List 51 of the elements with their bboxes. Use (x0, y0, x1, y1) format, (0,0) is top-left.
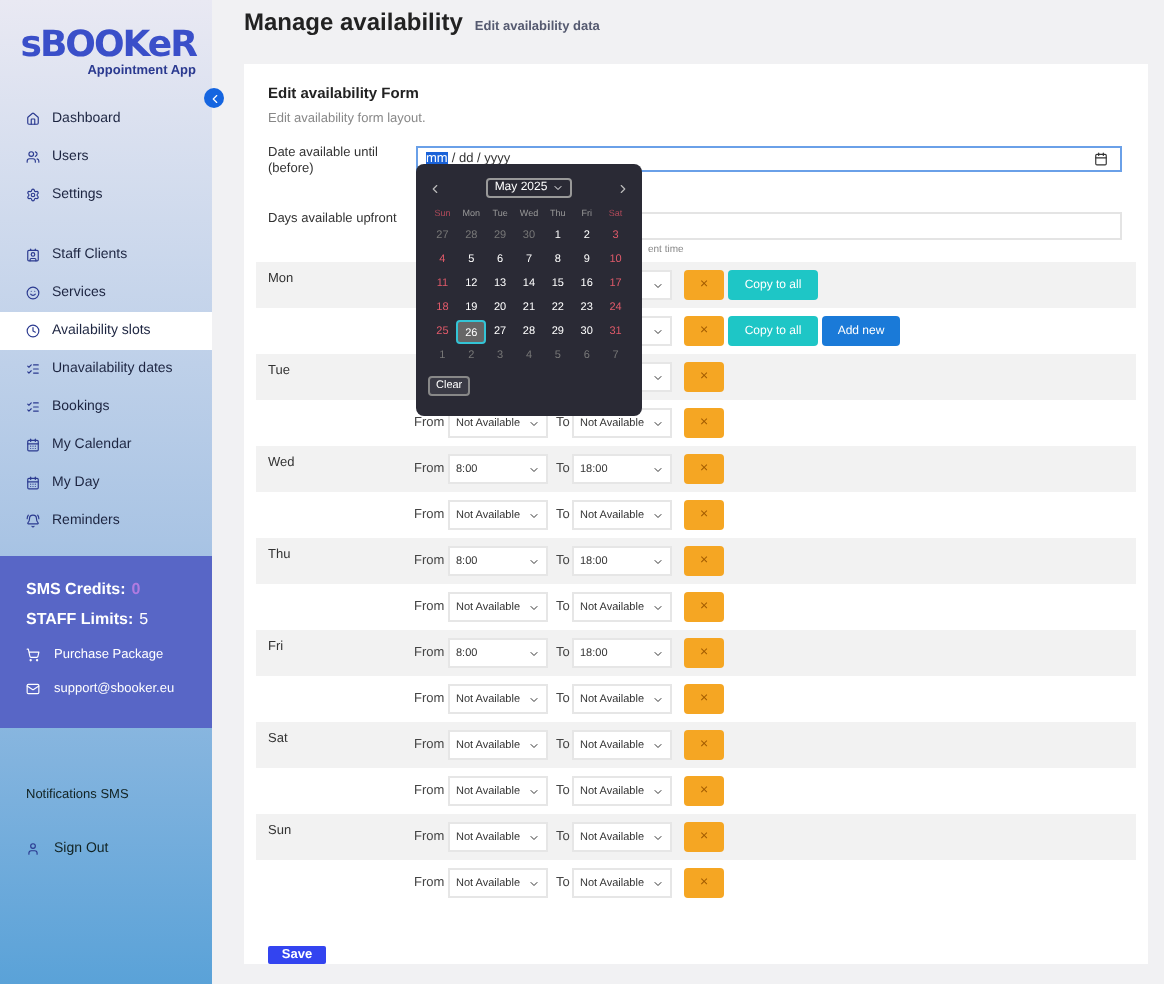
bell-icon (26, 514, 40, 528)
chevron-icon (652, 831, 664, 843)
chevron-icon (652, 877, 664, 889)
sms-credits-label: SMS Credits: (26, 580, 126, 598)
chevron-icon (528, 417, 540, 429)
checklist-icon (26, 362, 40, 376)
chevron-icon (652, 279, 664, 291)
chevron-icon (528, 739, 540, 751)
sms-credits-value: 0 (131, 580, 141, 598)
chevron-icon (652, 601, 664, 613)
users-icon (26, 150, 40, 164)
chevron-icon (551, 182, 564, 194)
chevron-icon (207, 91, 221, 105)
chevron-icon (528, 601, 540, 613)
chevron-icon (528, 877, 540, 889)
checklist-icon (26, 400, 40, 414)
chevron-icon (528, 831, 540, 843)
user-icon (26, 842, 40, 856)
chevron-icon (652, 693, 664, 705)
chevron-icon (528, 785, 540, 797)
chevron-icon (652, 417, 664, 429)
chevron-icon (652, 647, 664, 659)
chevron-icon (528, 463, 540, 475)
page-title: Manage availability (244, 8, 463, 36)
contact-card-icon (26, 248, 40, 262)
cart-icon (26, 648, 40, 662)
previous-icon[interactable] (428, 181, 442, 195)
smiley-icon (26, 286, 40, 300)
calendar-icon (26, 476, 40, 490)
collapse-button[interactable] (204, 88, 224, 108)
chevron-icon (528, 647, 540, 659)
calendar-icon (26, 438, 40, 452)
staff-limits-value: 5 (139, 610, 149, 628)
chevron-icon (528, 555, 540, 567)
chevron-icon (652, 785, 664, 797)
chevron-icon (652, 509, 664, 521)
chevron-icon (652, 325, 664, 337)
calendar-icon[interactable] (1094, 152, 1108, 166)
chevron-icon (652, 739, 664, 751)
mail-icon (26, 682, 40, 696)
chevron-icon (652, 555, 664, 567)
next-icon[interactable] (615, 181, 630, 195)
chevron-icon (652, 463, 664, 475)
home-icon (26, 112, 40, 126)
staff-limits-label: STAFF Limits: (26, 610, 134, 628)
clock-icon (26, 324, 40, 338)
logo: sBOOKeR (20, 28, 196, 64)
chevron-icon (528, 509, 540, 521)
chevron-icon (652, 371, 664, 383)
settings-icon (26, 188, 40, 202)
chevron-icon (528, 693, 540, 705)
